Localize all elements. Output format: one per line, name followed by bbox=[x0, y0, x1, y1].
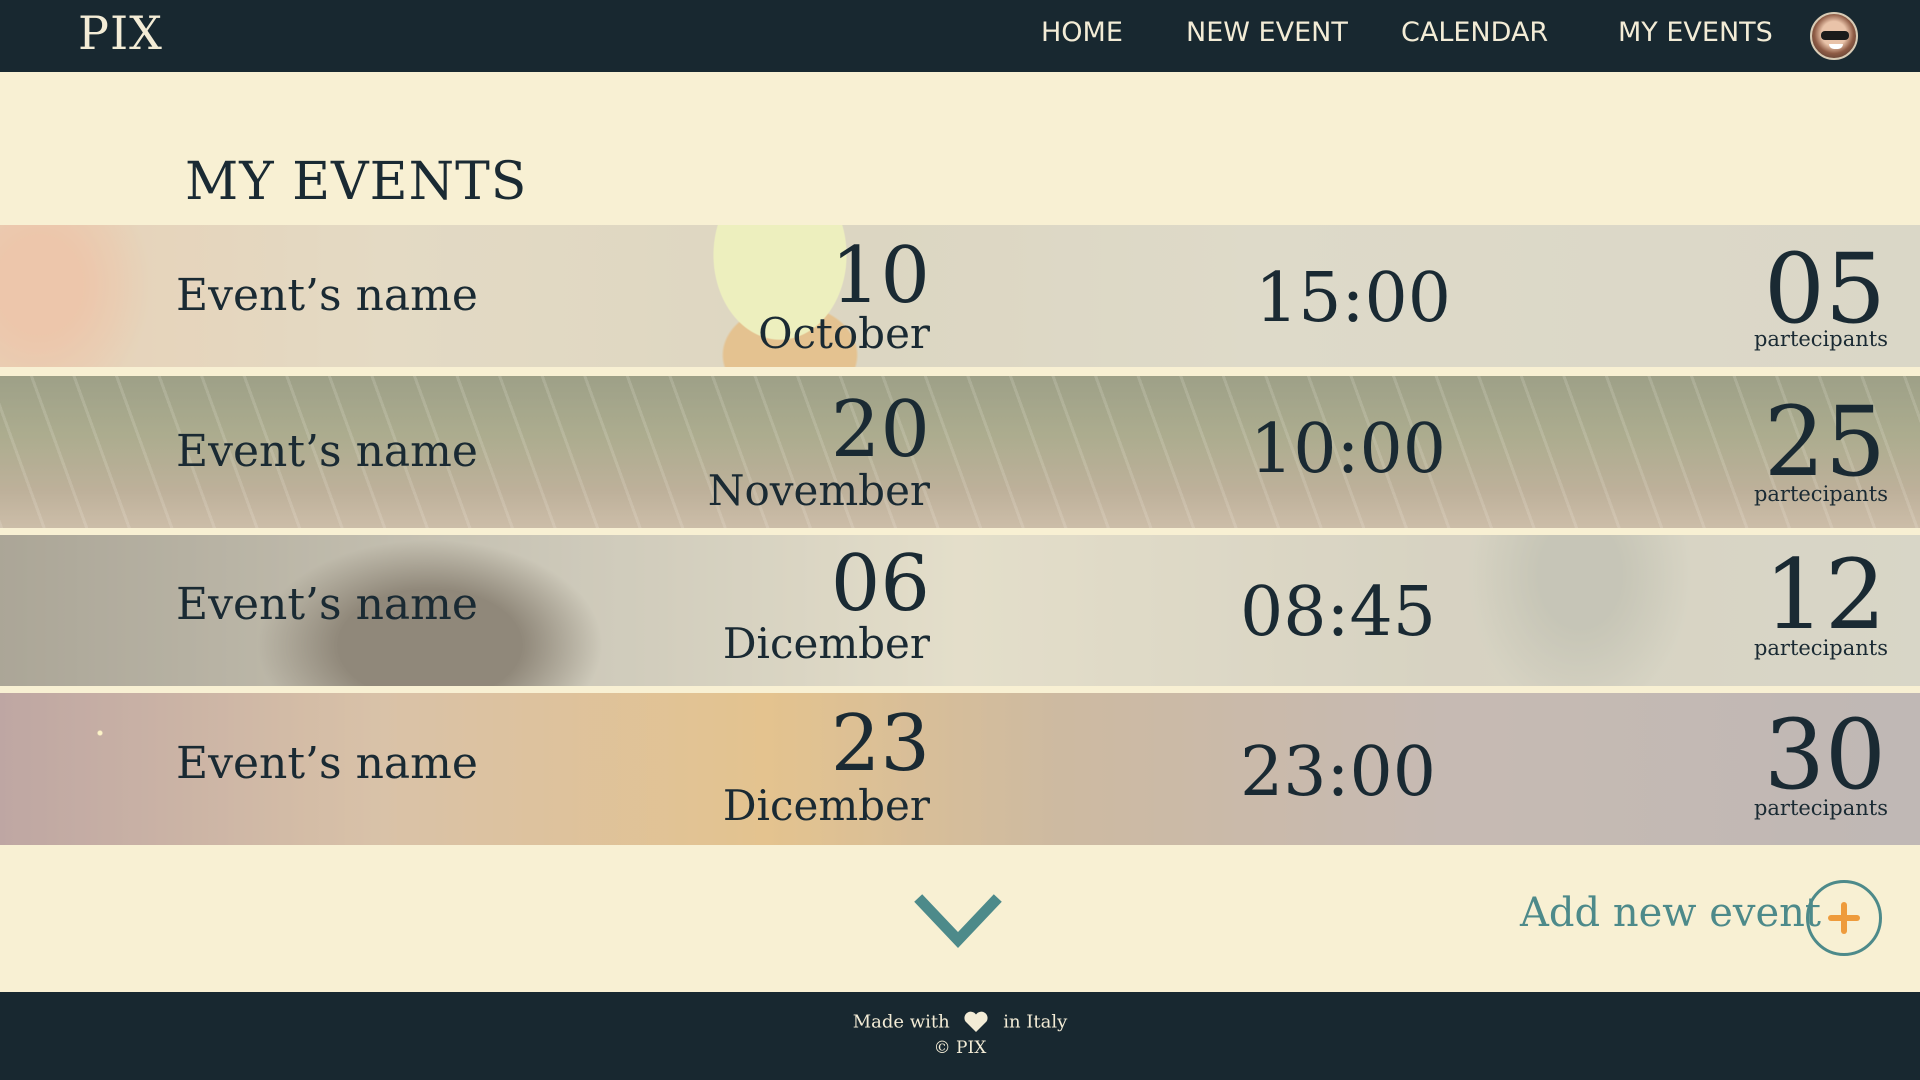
event-participant-count: 30 bbox=[1763, 699, 1886, 811]
event-month: November bbox=[707, 466, 930, 515]
top-navigation-bar: PIX HOME NEW EVENT CALENDAR MY EVENTS bbox=[0, 0, 1920, 72]
event-row[interactable]: Event’s name 10 October 15:00 05 parteci… bbox=[0, 225, 1920, 367]
event-name: Event’s name bbox=[176, 579, 478, 630]
nav-new-event[interactable]: NEW EVENT bbox=[1186, 17, 1348, 48]
event-participant-label: partecipants bbox=[1753, 482, 1888, 506]
nav-my-events[interactable]: MY EVENTS bbox=[1618, 17, 1773, 48]
event-name: Event’s name bbox=[176, 426, 478, 477]
nav-home[interactable]: HOME bbox=[1041, 17, 1123, 48]
event-month: Dicember bbox=[722, 619, 930, 668]
event-name: Event’s name bbox=[176, 738, 478, 789]
event-time: 15:00 bbox=[1255, 259, 1451, 338]
add-event-button[interactable] bbox=[1806, 880, 1882, 956]
event-time: 10:00 bbox=[1250, 410, 1446, 489]
footer-copyright: © PIX bbox=[933, 1038, 987, 1058]
event-name: Event’s name bbox=[176, 270, 478, 321]
nav-calendar[interactable]: CALENDAR bbox=[1401, 17, 1548, 48]
event-participant-label: partecipants bbox=[1753, 796, 1888, 820]
event-participant-count: 25 bbox=[1763, 386, 1886, 498]
plus-icon-vertical bbox=[1841, 902, 1847, 934]
avatar-smile bbox=[1829, 44, 1843, 49]
page-title: MY EVENTS bbox=[185, 152, 528, 212]
event-month: Dicember bbox=[722, 781, 930, 830]
event-row[interactable]: Event’s name 06 Dicember 08:45 12 partec… bbox=[0, 535, 1920, 686]
footer-made-with-text: Made with bbox=[852, 1011, 950, 1033]
heart-icon bbox=[964, 1011, 989, 1032]
event-participant-count: 05 bbox=[1763, 233, 1886, 345]
user-avatar[interactable] bbox=[1810, 12, 1858, 60]
event-day: 23 bbox=[830, 699, 930, 789]
add-event-label[interactable]: Add new event bbox=[1520, 890, 1821, 936]
event-participant-count: 12 bbox=[1763, 539, 1886, 651]
event-day: 06 bbox=[830, 539, 930, 629]
avatar-glasses bbox=[1821, 31, 1849, 40]
event-day: 10 bbox=[830, 231, 930, 321]
event-time: 23:00 bbox=[1240, 733, 1436, 812]
event-row[interactable]: Event’s name 20 November 10:00 25 partec… bbox=[0, 376, 1920, 528]
event-row[interactable]: Event’s name 23 Dicember 23:00 30 partec… bbox=[0, 693, 1920, 845]
footer-in-italy-text: in Italy bbox=[1003, 1011, 1068, 1033]
event-time: 08:45 bbox=[1240, 573, 1436, 652]
event-participant-label: partecipants bbox=[1753, 636, 1888, 660]
footer: Made with in Italy © PIX bbox=[0, 992, 1920, 1080]
chevron-down-icon[interactable] bbox=[914, 894, 1002, 950]
event-day: 20 bbox=[830, 385, 930, 475]
footer-made-with: Made with in Italy bbox=[0, 1011, 1920, 1033]
brand-logo[interactable]: PIX bbox=[78, 6, 163, 60]
event-month: October bbox=[758, 309, 930, 358]
event-participant-label: partecipants bbox=[1753, 327, 1888, 351]
